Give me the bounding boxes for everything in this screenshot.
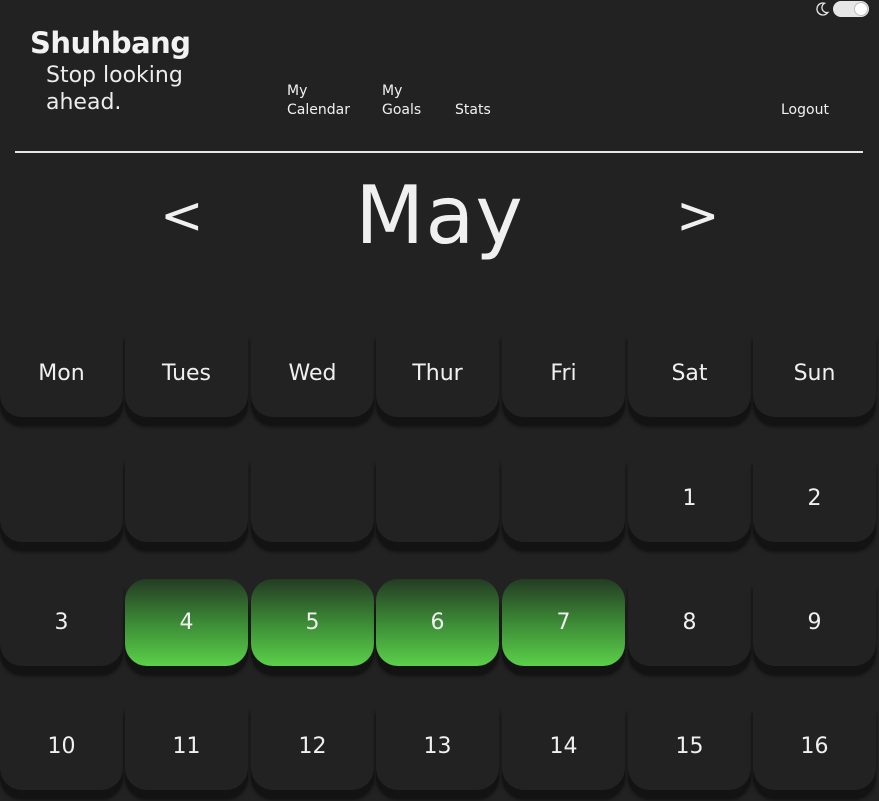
weekday-header: Fri — [502, 330, 625, 417]
weekday-header: Wed — [251, 330, 374, 417]
day-cell[interactable]: 4 — [125, 579, 248, 666]
day-cell[interactable]: 9 — [753, 579, 876, 666]
day-cell[interactable]: 2 — [753, 455, 876, 542]
day-cell[interactable]: 10 — [0, 703, 123, 790]
day-cell[interactable]: 13 — [376, 703, 499, 790]
empty-day-cell — [376, 455, 499, 542]
weekday-header: Sun — [753, 330, 876, 417]
day-cell[interactable]: 1 — [628, 455, 751, 542]
empty-day-cell — [0, 455, 123, 542]
weekday-header: Thur — [376, 330, 499, 417]
day-cell[interactable]: 14 — [502, 703, 625, 790]
empty-day-cell — [125, 455, 248, 542]
day-cell[interactable]: 16 — [753, 703, 876, 790]
calendar-grid: Mon Tues Wed Thur Fri Sat Sun 1 2 3 4 5 6 7 8 9 10 11 12 13… — [0, 0, 879, 801]
weekday-header: Sat — [628, 330, 751, 417]
day-cell[interactable]: 8 — [628, 579, 751, 666]
weekday-header: Mon — [0, 330, 123, 417]
day-cell[interactable]: 6 — [376, 579, 499, 666]
day-cell[interactable]: 12 — [251, 703, 374, 790]
day-cell[interactable]: 3 — [0, 579, 123, 666]
day-cell[interactable]: 15 — [628, 703, 751, 790]
day-cell[interactable]: 7 — [502, 579, 625, 666]
empty-day-cell — [251, 455, 374, 542]
day-cell[interactable]: 5 — [251, 579, 374, 666]
empty-day-cell — [502, 455, 625, 542]
day-cell[interactable]: 11 — [125, 703, 248, 790]
weekday-header: Tues — [125, 330, 248, 417]
